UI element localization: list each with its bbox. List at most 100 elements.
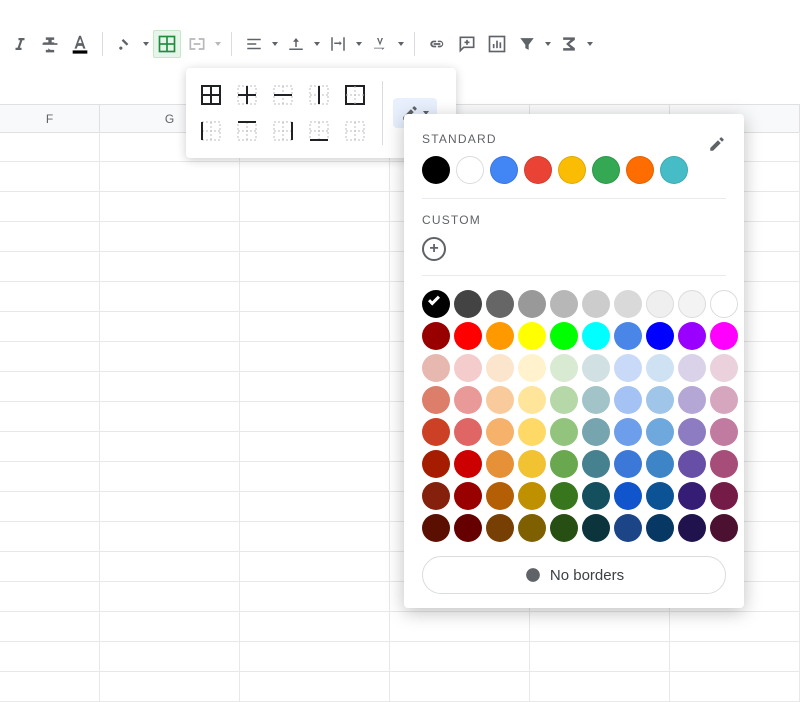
palette-color[interactable] [518,514,546,542]
text-rotation-dropdown[interactable] [396,30,406,58]
palette-color[interactable] [486,322,514,350]
palette-color[interactable] [678,418,706,446]
standard-color-white[interactable] [456,156,484,184]
palette-color[interactable] [422,482,450,510]
palette-color[interactable] [614,354,642,382]
cell[interactable] [100,162,240,192]
text-wrap-dropdown[interactable] [354,30,364,58]
palette-color[interactable] [486,450,514,478]
cell[interactable] [0,342,100,372]
vertical-align-button[interactable] [282,30,310,58]
palette-color[interactable] [646,450,674,478]
merge-cells-dropdown[interactable] [213,30,223,58]
cell[interactable] [100,222,240,252]
palette-color[interactable] [518,290,546,318]
palette-color[interactable] [422,354,450,382]
palette-color[interactable] [422,322,450,350]
filter-button[interactable] [513,30,541,58]
fill-color-dropdown[interactable] [141,30,151,58]
palette-color[interactable] [550,290,578,318]
functions-dropdown[interactable] [585,30,595,58]
cell[interactable] [530,672,670,702]
cell[interactable] [100,282,240,312]
palette-color[interactable] [486,290,514,318]
add-custom-color-button[interactable]: + [422,237,446,261]
cell[interactable] [240,462,390,492]
palette-color[interactable] [422,386,450,414]
cell[interactable] [0,282,100,312]
cell[interactable] [0,132,100,162]
cell[interactable] [100,432,240,462]
insert-chart-button[interactable] [483,30,511,58]
palette-color[interactable] [710,450,738,478]
strikethrough-button[interactable] [36,30,64,58]
palette-color[interactable] [550,514,578,542]
border-vertical-button[interactable] [302,78,336,112]
palette-color[interactable] [422,450,450,478]
palette-color[interactable] [454,450,482,478]
palette-color[interactable] [582,482,610,510]
palette-color[interactable] [518,354,546,382]
standard-color-red[interactable] [524,156,552,184]
palette-color[interactable] [582,354,610,382]
column-header-f[interactable]: F [0,105,100,133]
palette-color[interactable] [582,290,610,318]
cell[interactable] [240,672,390,702]
palette-color[interactable] [550,450,578,478]
insert-link-button[interactable] [423,30,451,58]
palette-color[interactable] [486,354,514,382]
palette-color[interactable] [678,386,706,414]
palette-color[interactable] [678,322,706,350]
cell[interactable] [100,252,240,282]
palette-color[interactable] [678,290,706,318]
cell[interactable] [530,642,670,672]
cell[interactable] [100,582,240,612]
cell[interactable] [100,492,240,522]
palette-color[interactable] [486,386,514,414]
border-right-button[interactable] [266,114,300,148]
no-borders-button[interactable]: No borders [422,556,726,594]
cell[interactable] [240,612,390,642]
functions-button[interactable] [555,30,583,58]
text-wrap-button[interactable] [324,30,352,58]
palette-color[interactable] [710,386,738,414]
cell[interactable] [240,282,390,312]
cell[interactable] [100,342,240,372]
palette-color[interactable] [710,322,738,350]
standard-color-blue[interactable] [490,156,518,184]
cell[interactable] [0,192,100,222]
palette-color[interactable] [614,450,642,478]
palette-color[interactable] [614,482,642,510]
palette-color[interactable] [454,386,482,414]
cell[interactable] [240,222,390,252]
cell[interactable] [390,672,530,702]
cell[interactable] [0,312,100,342]
palette-color[interactable] [454,482,482,510]
palette-color[interactable] [518,386,546,414]
palette-color[interactable] [454,354,482,382]
cell[interactable] [670,672,800,702]
cell[interactable] [0,462,100,492]
cell[interactable] [0,222,100,252]
cell[interactable] [0,672,100,702]
custom-color-pencil-button[interactable] [708,135,726,153]
text-color-button[interactable] [66,30,94,58]
palette-color[interactable] [678,482,706,510]
palette-color[interactable] [550,354,578,382]
cell[interactable] [240,642,390,672]
cell[interactable] [670,642,800,672]
palette-color[interactable] [614,386,642,414]
cell[interactable] [0,582,100,612]
cell[interactable] [0,372,100,402]
palette-color[interactable] [710,514,738,542]
cell[interactable] [100,192,240,222]
palette-color[interactable] [422,418,450,446]
palette-color[interactable] [582,514,610,542]
cell[interactable] [0,402,100,432]
palette-color[interactable] [486,418,514,446]
cell[interactable] [100,462,240,492]
palette-color[interactable] [550,322,578,350]
cell[interactable] [240,192,390,222]
cell[interactable] [0,162,100,192]
palette-color[interactable] [678,514,706,542]
